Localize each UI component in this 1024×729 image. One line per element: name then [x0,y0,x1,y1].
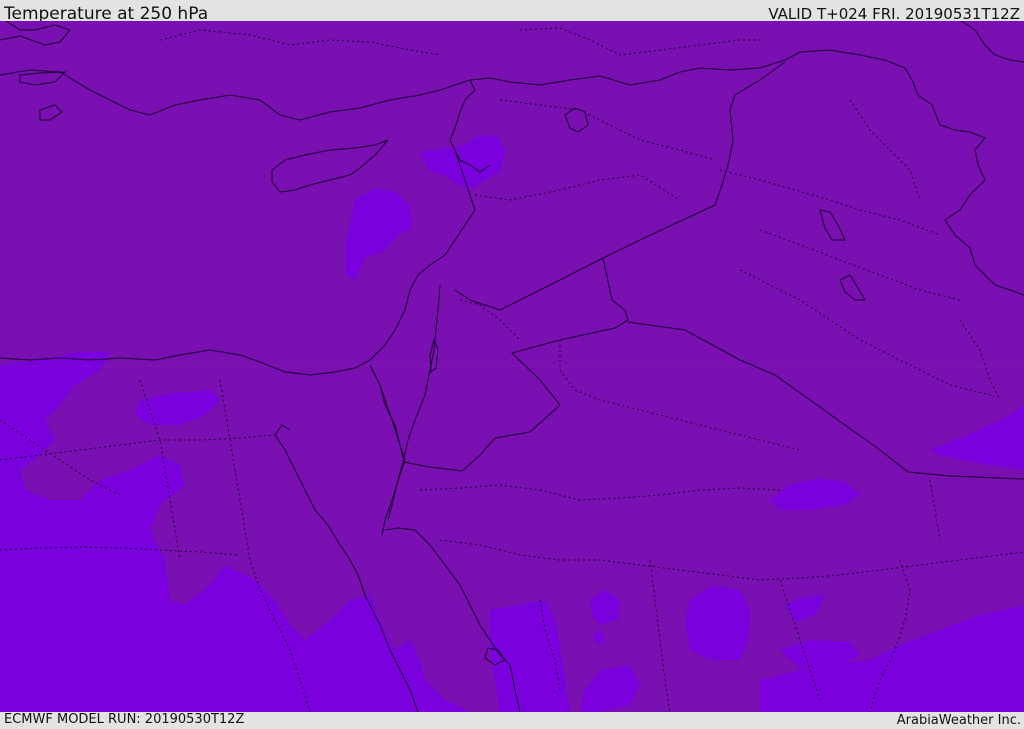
header-bar: Temperature at 250 hPa VALID T+024 FRI. … [0,0,1024,24]
footer-bar: ECMWF MODEL RUN: 20190530T12Z ArabiaWeat… [0,712,1024,729]
colder-zone-saudi-east [685,586,750,660]
model-run-label: ECMWF MODEL RUN: 20190530T12Z [4,712,245,727]
weather-map[interactable] [0,21,1024,712]
map-canvas [0,21,1024,712]
credit-label: ArabiaWeather Inc. [896,713,1021,728]
